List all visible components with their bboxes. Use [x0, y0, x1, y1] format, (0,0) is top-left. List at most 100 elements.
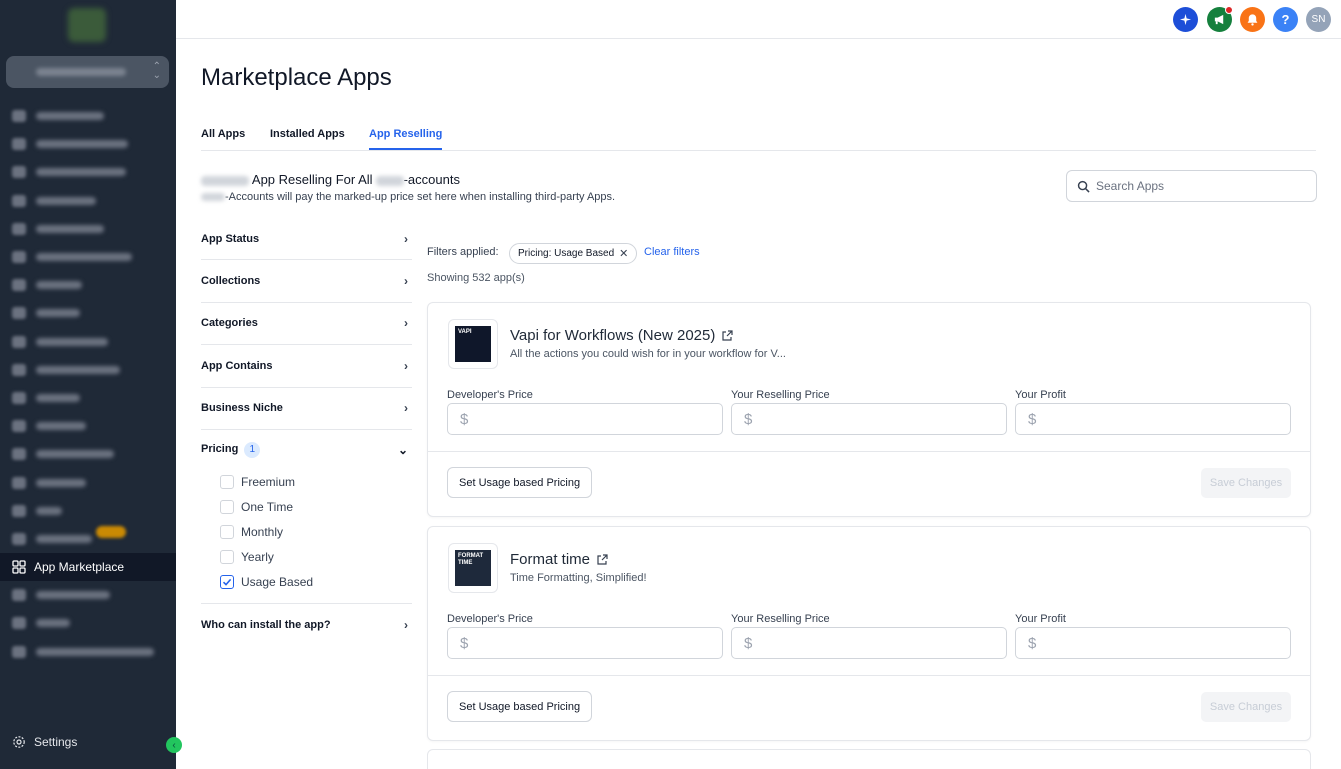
- app-thumbnail: VAPI: [448, 319, 498, 369]
- option-label: One Time: [241, 500, 294, 515]
- chip-label: Pricing: Usage Based: [518, 248, 615, 259]
- save-changes-button[interactable]: Save Changes: [1201, 692, 1291, 722]
- dollar-icon: $: [1028, 410, 1037, 428]
- chevron-right-icon: ›: [404, 401, 408, 416]
- sidebar-item-redacted[interactable]: [0, 102, 176, 130]
- nav-label-redacted: [36, 619, 70, 628]
- sidebar-item-redacted[interactable]: [0, 187, 176, 215]
- sidebar-item-redacted[interactable]: [0, 525, 176, 553]
- checkbox[interactable]: [220, 550, 234, 565]
- tab-all-apps[interactable]: All Apps: [201, 128, 245, 148]
- dollar-icon: $: [744, 634, 753, 652]
- nav-icon: [12, 645, 26, 658]
- search-input[interactable]: [1096, 179, 1296, 193]
- notifications-button[interactable]: [1240, 7, 1265, 32]
- filter-business-niche[interactable]: Business Niche ›: [201, 388, 412, 430]
- save-changes-button[interactable]: Save Changes: [1201, 468, 1291, 498]
- filter-app-contains[interactable]: App Contains ›: [201, 345, 412, 388]
- nav-label-redacted: [36, 591, 110, 600]
- pricing-option-usage-based[interactable]: Usage Based: [220, 570, 412, 595]
- profit-input[interactable]: $: [1015, 627, 1291, 659]
- checkbox[interactable]: [220, 500, 234, 515]
- reselling-price-input[interactable]: $: [731, 403, 1007, 435]
- page-title: Marketplace Apps: [201, 64, 392, 91]
- nav-icon: [12, 504, 26, 517]
- avatar[interactable]: SN: [1306, 7, 1331, 32]
- nav-icon: [12, 391, 26, 404]
- pricing-option-freemium[interactable]: Freemium: [220, 470, 412, 495]
- tab-app-reselling[interactable]: App Reselling: [369, 128, 443, 150]
- developer-price-label: Developer's Price: [447, 389, 533, 401]
- app-name-link[interactable]: Vapi for Workflows (New 2025): [510, 327, 733, 344]
- chevron-right-icon: ›: [404, 316, 408, 331]
- filter-label: Business Niche: [201, 402, 283, 415]
- sidebar-item-redacted[interactable]: [0, 497, 176, 525]
- tab-installed-apps[interactable]: Installed Apps: [270, 128, 345, 148]
- sidebar: ⌃ ⌄ App Marketplace Settings ‹: [0, 0, 182, 769]
- check-icon: [222, 579, 232, 587]
- filter-app-status[interactable]: App Status ›: [201, 218, 412, 261]
- pricing-options: Freemium One Time Monthly Yearly Usage B…: [201, 470, 412, 604]
- filter-categories[interactable]: Categories ›: [201, 303, 412, 346]
- filter-collections[interactable]: Collections ›: [201, 260, 412, 303]
- ai-sparkle-button[interactable]: [1173, 7, 1198, 32]
- announcements-button[interactable]: [1207, 6, 1233, 32]
- developer-price-input[interactable]: $: [447, 403, 723, 435]
- heading-text: App Reselling For All: [251, 172, 373, 187]
- pricing-option-one-time[interactable]: One Time: [220, 495, 412, 520]
- checkbox[interactable]: [220, 525, 234, 540]
- nav-label-redacted: [36, 478, 86, 487]
- sidebar-item-redacted[interactable]: [0, 638, 176, 666]
- help-button[interactable]: ?: [1273, 7, 1298, 32]
- sidebar-item-redacted[interactable]: [0, 581, 176, 609]
- filter-pricing[interactable]: Pricing 1 ⌄: [201, 430, 412, 470]
- sidebar-item-redacted[interactable]: [0, 356, 176, 384]
- collapse-sidebar-button[interactable]: ‹: [166, 737, 182, 753]
- search-box[interactable]: [1066, 170, 1317, 202]
- close-icon[interactable]: ✕: [619, 247, 628, 260]
- filter-who-can-install[interactable]: Who can install the app? ›: [201, 604, 412, 646]
- filter-chip[interactable]: Pricing: Usage Based ✕: [509, 243, 638, 264]
- sidebar-item-redacted[interactable]: [0, 609, 176, 637]
- nav-icon: [12, 335, 26, 348]
- account-switcher[interactable]: ⌃ ⌄: [6, 56, 169, 88]
- pricing-option-yearly[interactable]: Yearly: [220, 545, 412, 570]
- sidebar-item-redacted[interactable]: [0, 271, 176, 299]
- sidebar-item-settings[interactable]: Settings: [12, 735, 77, 749]
- checkbox[interactable]: [220, 475, 234, 490]
- sidebar-item-redacted[interactable]: [0, 412, 176, 440]
- filter-label: Pricing: [201, 442, 239, 455]
- nav-label-redacted: [36, 337, 108, 346]
- megaphone-icon: [1214, 14, 1224, 25]
- app-name-link[interactable]: Format time: [510, 551, 608, 568]
- reselling-price-input[interactable]: $: [731, 627, 1007, 659]
- nav-icon: [12, 476, 26, 489]
- set-usage-pricing-button[interactable]: Set Usage based Pricing: [447, 691, 593, 722]
- clear-filters-link[interactable]: Clear filters: [644, 246, 700, 258]
- sidebar-item-redacted[interactable]: [0, 468, 176, 496]
- developer-price-input[interactable]: $: [447, 627, 723, 659]
- sidebar-item-redacted[interactable]: [0, 130, 176, 158]
- reselling-price-label: Your Reselling Price: [731, 613, 830, 625]
- profit-input[interactable]: $: [1015, 403, 1291, 435]
- nav-label-redacted: [36, 393, 80, 402]
- nav-icon: [12, 363, 26, 376]
- filters-panel: App Status › Collections › Categories › App…: [201, 218, 412, 646]
- sidebar-item-redacted[interactable]: [0, 440, 176, 468]
- sidebar-item-app-marketplace[interactable]: App Marketplace: [0, 553, 176, 582]
- sidebar-item-redacted[interactable]: [0, 158, 176, 186]
- sidebar-item-redacted[interactable]: [0, 243, 176, 271]
- nav-label-redacted: [36, 168, 126, 177]
- top-bar: ? SN: [176, 0, 1341, 39]
- sidebar-item-redacted[interactable]: [0, 384, 176, 412]
- set-usage-pricing-button[interactable]: Set Usage based Pricing: [447, 467, 593, 498]
- sidebar-item-redacted[interactable]: [0, 215, 176, 243]
- dollar-icon: $: [460, 410, 469, 428]
- pricing-option-monthly[interactable]: Monthly: [220, 520, 412, 545]
- checkbox-checked[interactable]: [220, 575, 234, 590]
- external-link-icon: [722, 329, 733, 341]
- sidebar-item-redacted[interactable]: [0, 299, 176, 327]
- divider: [428, 675, 1310, 676]
- sidebar-item-redacted[interactable]: [0, 328, 176, 356]
- nav-icon: [12, 532, 26, 545]
